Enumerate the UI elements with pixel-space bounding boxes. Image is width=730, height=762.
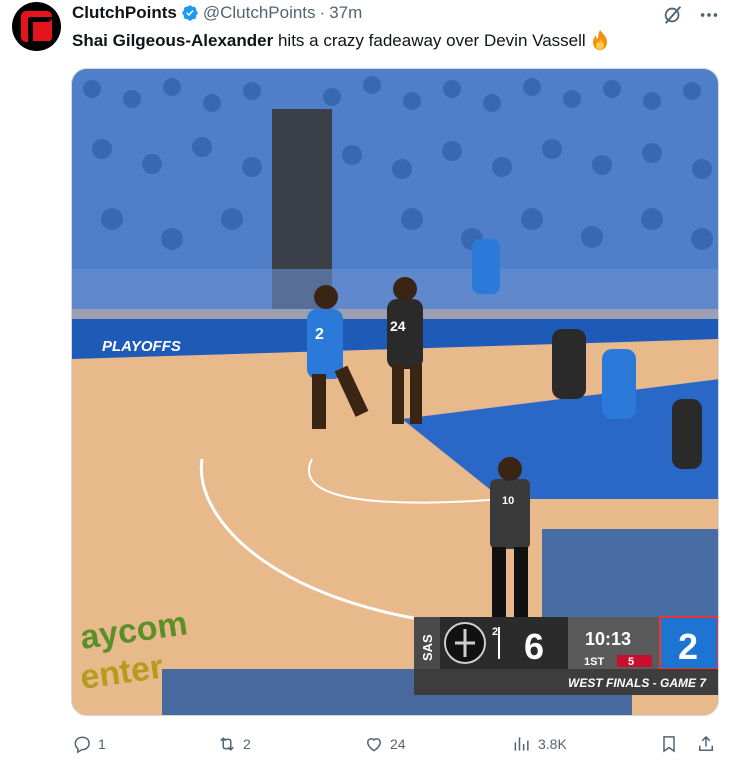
player-name: Shai Gilgeous-Alexander — [72, 31, 274, 50]
series-label: WEST FINALS - GAME 7 — [568, 676, 707, 690]
share-icon — [699, 735, 713, 751]
video-frame: PLAYOFFS aycom enter 2 24 10 SAS 2 6 10:… — [72, 69, 718, 715]
grok-icon[interactable] — [662, 4, 684, 26]
tweet-actions: 1 2 24 3.8K — [72, 730, 722, 758]
like-icon — [366, 738, 382, 752]
tweet-text: Shai Gilgeous-Alexander hits a crazy fad… — [72, 29, 610, 52]
tweet-header: ClutchPoints @ClutchPoints · 37m — [72, 2, 362, 24]
tweet-body: hits a crazy fadeaway over Devin Vassell — [273, 31, 586, 50]
away-timeouts: 2 — [492, 626, 498, 638]
repost-count: 2 — [243, 736, 251, 752]
clutchpoints-logo-icon — [21, 11, 54, 46]
repost-button[interactable]: 2 — [217, 730, 251, 758]
views-count: 3.8K — [538, 736, 567, 752]
bookmark-icon — [663, 736, 675, 753]
shot-clock: 5 — [628, 656, 634, 668]
author-display-name[interactable]: ClutchPoints — [72, 3, 177, 23]
header-icons — [662, 4, 720, 26]
more-icon[interactable] — [698, 4, 720, 26]
author-avatar[interactable] — [12, 2, 61, 51]
reply-icon — [74, 736, 90, 754]
game-clock: 10:13 — [585, 629, 631, 649]
author-handle[interactable]: @ClutchPoints — [203, 3, 316, 23]
views-icon — [514, 737, 529, 751]
referee-number: 10 — [502, 495, 514, 507]
share-button[interactable] — [696, 730, 716, 758]
playoffs-banner-text: PLAYOFFS — [102, 338, 181, 355]
verified-badge-icon — [182, 5, 198, 21]
away-score: 6 — [524, 626, 544, 667]
reply-count: 1 — [98, 736, 106, 752]
separator-dot: · — [319, 3, 326, 22]
vassell-jersey-number: 24 — [390, 318, 406, 334]
reply-button[interactable]: 1 — [72, 730, 106, 758]
fire-emoji-icon — [592, 30, 607, 50]
repost-icon — [220, 737, 234, 751]
shot-clock-box — [617, 655, 652, 667]
home-score: 2 — [678, 626, 698, 667]
period: 1ST — [584, 656, 604, 668]
bookmark-button[interactable] — [659, 730, 679, 758]
like-button[interactable]: 24 — [364, 730, 406, 758]
views-button[interactable]: 3.8K — [512, 730, 567, 758]
away-team-abbr: SAS — [420, 634, 435, 661]
sga-jersey-number: 2 — [315, 326, 324, 343]
tweet-timestamp[interactable]: 37m — [329, 3, 362, 23]
scoreboard: SAS 2 6 10:13 1ST 5 2 WEST FINALS - GAME… — [414, 616, 718, 695]
tweet-video[interactable]: PLAYOFFS aycom enter 2 24 10 SAS 2 6 10:… — [71, 68, 719, 716]
like-count: 24 — [390, 736, 406, 752]
